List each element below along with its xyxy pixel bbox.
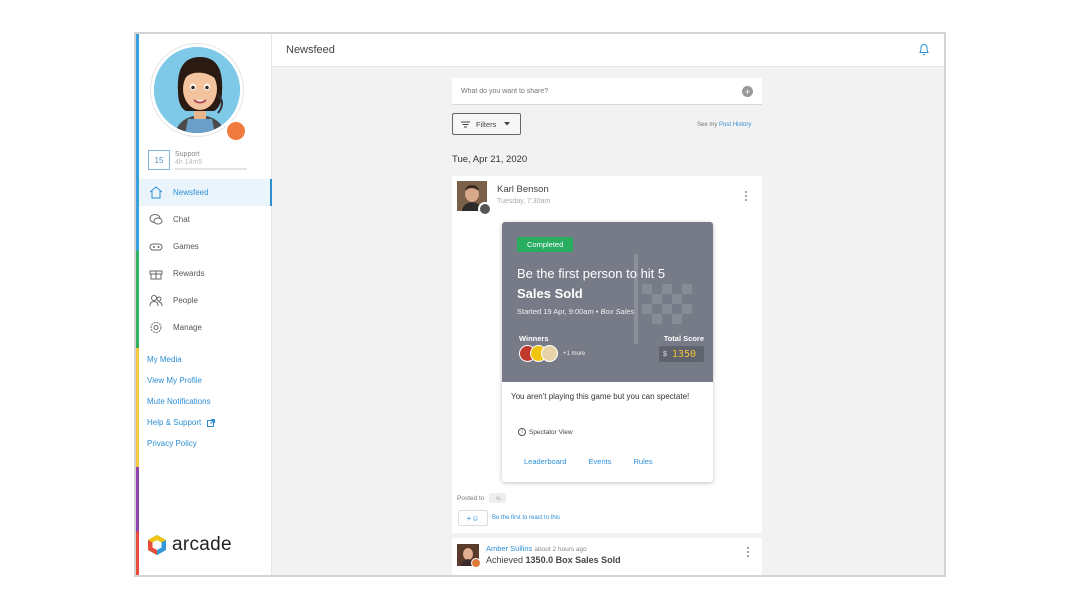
spectator-view-button[interactable]: i Spectator View xyxy=(518,428,573,436)
share-input[interactable] xyxy=(461,87,731,95)
spectator-view-label: Spectator View xyxy=(529,428,573,436)
nav-label: Games xyxy=(173,242,199,251)
game-category: Box Sales xyxy=(600,307,635,316)
my-media-link[interactable]: My Media xyxy=(147,349,215,370)
filters-button[interactable]: Filters xyxy=(452,113,521,135)
post-history-prefix: See my xyxy=(697,122,718,128)
nav-item-manage[interactable]: Manage xyxy=(139,314,272,341)
main-nav: Newsfeed Chat Games Rewards People Manag… xyxy=(139,179,272,341)
top-header: Newsfeed xyxy=(272,34,944,67)
nav-label: Rewards xyxy=(173,269,205,278)
sidebar: 15 Support 4h 14m5 Newsfeed Chat Games R… xyxy=(139,34,272,575)
nav-item-newsfeed[interactable]: Newsfeed xyxy=(139,179,272,206)
winner-avatars[interactable] xyxy=(519,345,558,362)
game-title-prefix: Be the first person to hit 5 xyxy=(517,266,666,281)
audience-chip[interactable]: ﾒﾑ xyxy=(489,493,507,503)
support-points: 4h 14m5 xyxy=(175,159,203,166)
caret-down-icon xyxy=(504,122,511,126)
nav-item-chat[interactable]: Chat xyxy=(139,206,272,233)
arcade-logo: arcade xyxy=(147,534,232,556)
gift-icon xyxy=(148,267,164,281)
game-summary: Completed Be the first person to hit 5 S… xyxy=(502,222,713,382)
more-winners-label[interactable]: +1 more xyxy=(563,351,585,357)
filters-label: Filters xyxy=(476,119,497,129)
nav-label: Newsfeed xyxy=(173,188,209,197)
help-support-link[interactable]: Help & Support xyxy=(147,412,216,433)
score-value: 1350 xyxy=(671,348,696,360)
feed-post: Karl Benson Tuesday, 7:30am Completed Be… xyxy=(452,176,762,533)
secondary-links: My Media View My Profile Mute Notificati… xyxy=(147,349,216,454)
more-options-icon[interactable] xyxy=(747,547,749,559)
bell-icon[interactable] xyxy=(918,43,930,61)
nav-item-rewards[interactable]: Rewards xyxy=(139,260,272,287)
tab-events[interactable]: Events xyxy=(589,457,612,466)
arcade-logo-icon xyxy=(148,535,166,555)
tab-rules[interactable]: Rules xyxy=(633,457,652,466)
activity-text: Achieved 1350.0 Box Sales Sold xyxy=(486,555,621,565)
activity-badge-icon xyxy=(471,558,481,568)
share-composer[interactable]: + xyxy=(452,78,762,105)
game-meta: Started 19 Apr, 9:00am • Box Sales xyxy=(517,307,634,316)
add-reaction-button[interactable]: +☺ xyxy=(458,510,488,526)
chat-icon xyxy=(148,213,164,227)
view-profile-link[interactable]: View My Profile xyxy=(147,370,215,391)
privacy-policy-link[interactable]: Privacy Policy xyxy=(147,433,215,454)
total-score-label: Total Score xyxy=(663,334,704,343)
info-icon: i xyxy=(518,428,526,436)
logo-text: arcade xyxy=(172,534,232,555)
nav-label: People xyxy=(173,296,198,305)
winner-avatar xyxy=(541,345,558,362)
winners-label: Winners xyxy=(519,334,549,343)
level-badge: 15 xyxy=(148,150,170,170)
help-support-label: Help & Support xyxy=(147,418,202,427)
status-badge: Completed xyxy=(517,237,574,252)
more-options-icon[interactable] xyxy=(745,191,748,203)
plus-icon[interactable]: + xyxy=(742,86,753,97)
posted-to-label: Posted to xyxy=(457,494,485,502)
author-name[interactable]: Karl Benson xyxy=(497,184,549,195)
filter-icon xyxy=(461,121,470,128)
post-history-link[interactable]: Post History xyxy=(719,122,751,128)
reaction-hint[interactable]: Be the first to react to this xyxy=(492,515,560,521)
post-history-hint: See my Post History xyxy=(697,122,751,128)
date-heading: Tue, Apr 21, 2020 xyxy=(452,154,528,165)
nav-label: Manage xyxy=(173,323,202,332)
author-badge-icon xyxy=(478,202,492,216)
activity-time: about 2 hours ago xyxy=(534,546,587,553)
progress-bar xyxy=(175,168,247,170)
achievement-badge-icon xyxy=(225,120,247,142)
game-tabs: Leaderboard Events Rules xyxy=(524,457,675,466)
spectate-message: You aren't playing this game but you can… xyxy=(511,392,690,401)
mute-notifications-link[interactable]: Mute Notifications xyxy=(147,391,215,412)
gear-icon xyxy=(148,321,164,335)
external-link-icon xyxy=(207,418,216,427)
game-card: Completed Be the first person to hit 5 S… xyxy=(502,222,713,482)
game-started: Started 19 Apr, 9:00am • xyxy=(517,307,599,316)
nav-label: Chat xyxy=(173,215,190,224)
post-time: Tuesday, 7:30am xyxy=(497,198,551,205)
activity-prefix: Achieved xyxy=(486,555,524,565)
score-display: $ 1350 xyxy=(659,346,704,362)
tab-leaderboard[interactable]: Leaderboard xyxy=(524,457,567,466)
nav-item-people[interactable]: People xyxy=(139,287,272,314)
home-icon xyxy=(148,186,164,200)
game-title-bold: Sales Sold xyxy=(517,286,583,301)
activity-achievement: 1350.0 Box Sales Sold xyxy=(525,555,621,565)
activity-header: Amber Sullins about 2 hours ago xyxy=(486,544,587,553)
game-title: Be the first person to hit 5 Sales Sold xyxy=(517,264,707,304)
gamepad-icon xyxy=(148,240,164,254)
people-icon xyxy=(148,294,164,308)
posted-to: Posted to ﾒﾑ xyxy=(457,493,507,503)
activity-post: Amber Sullins about 2 hours ago Achieved… xyxy=(452,538,762,575)
activity-author[interactable]: Amber Sullins xyxy=(486,544,532,553)
page-title: Newsfeed xyxy=(286,44,335,56)
app-window: 15 Support 4h 14m5 Newsfeed Chat Games R… xyxy=(134,32,946,577)
nav-item-games[interactable]: Games xyxy=(139,233,272,260)
support-label: Support xyxy=(175,151,200,158)
currency-symbol: $ xyxy=(663,350,667,358)
